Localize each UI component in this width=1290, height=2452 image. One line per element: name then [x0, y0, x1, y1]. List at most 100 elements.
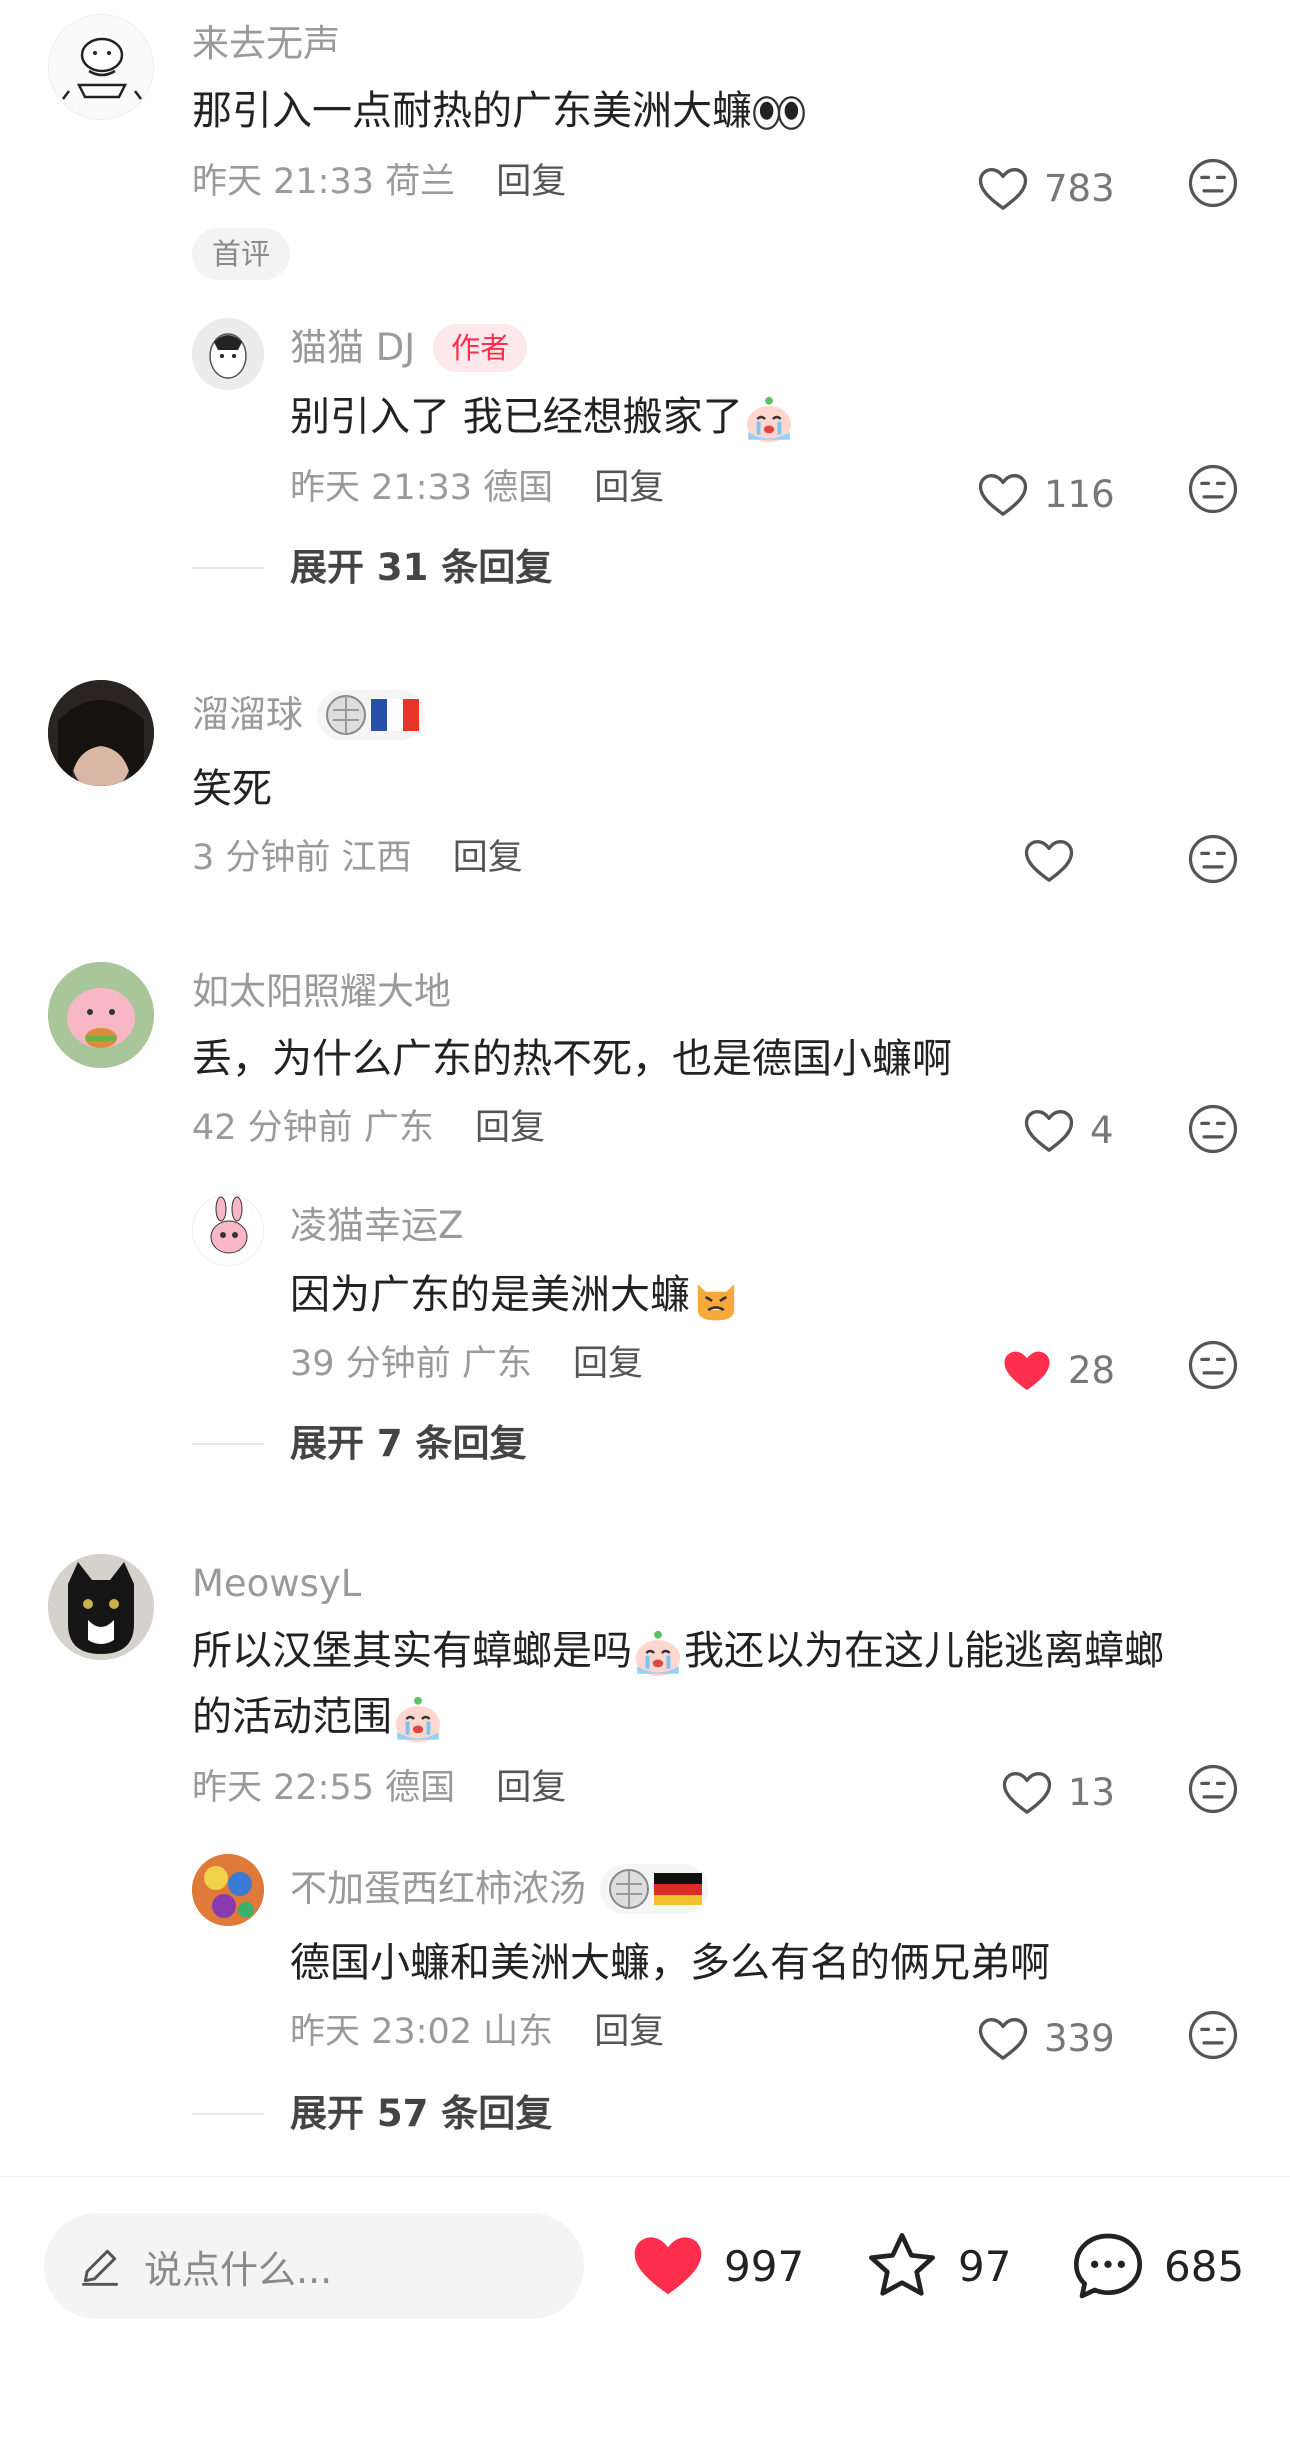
avatar[interactable]	[48, 962, 154, 1068]
meh-face-icon[interactable]	[1186, 462, 1240, 516]
comment-time: 42 分钟前	[192, 1108, 353, 1148]
reply-text-content: 别引入了 我已经想搬家了	[290, 394, 743, 440]
comment-meta: 昨天 21:33 荷兰 回复	[192, 160, 566, 204]
reply-username[interactable]: 凌猫幸运Z	[290, 1204, 463, 1248]
like-count: 28	[1068, 1349, 1116, 1392]
comment-text-content: 我还以为在这儿能逃离蟑螂	[684, 1628, 1164, 1674]
like-count: 116	[1044, 473, 1115, 516]
comment-username[interactable]: MeowsyL	[192, 1562, 361, 1606]
comment-meta: 42 分钟前 广东 回复	[192, 1106, 545, 1150]
heart-outline-icon	[976, 2012, 1030, 2066]
reply-button[interactable]: 回复	[453, 838, 523, 878]
avatar[interactable]	[48, 680, 154, 786]
comment-text: 丢，为什么广东的热不死，也是德国小蠊啊	[192, 1036, 952, 1082]
comment-bubble-icon	[1074, 2233, 1142, 2299]
like-button[interactable]: 13	[1000, 1766, 1115, 1820]
comment-location: 广东	[363, 1108, 434, 1148]
avatar[interactable]	[48, 1554, 154, 1660]
comment-location: 江西	[341, 838, 412, 878]
comment-time: 3 分钟前	[192, 838, 331, 878]
comment-time: 昨天 21:33	[192, 162, 374, 202]
expand-replies-label: 展开 7 条回复	[290, 1422, 527, 1465]
eyes-emoji-icon	[752, 93, 806, 133]
expand-replies-label: 展开 31 条回复	[290, 546, 553, 589]
like-button[interactable]: 4	[1022, 1104, 1114, 1158]
avatar[interactable]	[192, 1854, 264, 1926]
like-button[interactable]: 783	[976, 162, 1115, 216]
comment-text-content: 那引入一点耐热的广东美洲大蠊	[192, 88, 752, 134]
first-comment-tag: 首评	[192, 228, 291, 280]
like-count: 783	[1044, 167, 1115, 210]
author-badge: 作者	[433, 324, 528, 372]
meh-face-icon[interactable]	[1186, 2008, 1240, 2062]
expand-replies-button[interactable]: 展开 7 条回复	[192, 1422, 527, 1466]
angry-cat-emoji-icon	[690, 1271, 742, 1323]
reply-header: 不加蛋西红柿浓汤	[290, 1864, 708, 1914]
like-button[interactable]: 339	[976, 2012, 1115, 2066]
reply-time: 昨天 23:02	[290, 2012, 472, 2052]
divider-line	[192, 567, 264, 569]
reply-header: 猫猫 DJ 作者	[290, 324, 528, 372]
reply-button[interactable]: 回复	[475, 1108, 545, 1148]
comment-button[interactable]: 685	[1068, 2213, 1244, 2319]
heart-filled-icon	[628, 2226, 708, 2306]
divider-line	[192, 1443, 264, 1445]
meh-face-icon[interactable]	[1186, 1102, 1240, 1156]
comment-username[interactable]: 来去无声	[192, 22, 340, 66]
meh-face-icon[interactable]	[1186, 1338, 1240, 1392]
crying-emoji-icon	[743, 393, 795, 445]
reply-button[interactable]: 回复	[594, 468, 664, 508]
comment-text-line2: 的活动范围	[192, 1684, 444, 1750]
comment-username[interactable]: 溜溜球	[192, 693, 303, 737]
comment-username[interactable]: 如太阳照耀大地	[192, 970, 451, 1014]
like-post-button[interactable]: 997	[628, 2213, 804, 2319]
comment-text-content: 所以汉堡其实有蟑螂是吗	[192, 1628, 632, 1674]
star-icon	[869, 2233, 935, 2296]
comment-header: 溜溜球	[192, 690, 425, 740]
comment-meta: 昨天 22:55 德国 回复	[192, 1766, 566, 1810]
germany-flag-badge-icon	[600, 1864, 708, 1914]
reply-text-content: 因为广东的是美洲大蠊	[290, 1272, 690, 1318]
comment-text-line1: 所以汉堡其实有蟑螂是吗 我还以为在这儿能逃离蟑螂	[192, 1618, 1164, 1684]
heart-outline-icon	[976, 162, 1030, 216]
reply-username[interactable]: 猫猫 DJ	[290, 326, 415, 370]
avatar[interactable]	[48, 14, 154, 120]
heart-outline-icon	[976, 468, 1030, 522]
like-count: 13	[1068, 1771, 1116, 1814]
avatar[interactable]	[192, 1194, 264, 1266]
heart-outline-icon	[1022, 834, 1076, 888]
collect-button[interactable]: 97	[862, 2213, 1011, 2319]
like-button[interactable]	[1022, 834, 1076, 888]
crying-emoji-icon	[632, 1627, 684, 1679]
reply-meta: 昨天 21:33 德国 回复	[290, 466, 664, 510]
divider-line	[192, 2113, 264, 2115]
comment-text-content: 的活动范围	[192, 1694, 392, 1740]
reply-username[interactable]: 不加蛋西红柿浓汤	[290, 1867, 586, 1911]
like-count: 4	[1090, 1109, 1114, 1152]
reply-meta: 昨天 23:02 山东 回复	[290, 2010, 664, 2054]
like-button[interactable]: 116	[976, 468, 1115, 522]
reply-text: 德国小蠊和美洲大蠊，多么有名的俩兄弟啊	[290, 1940, 1050, 1986]
reply-button[interactable]: 回复	[573, 1344, 643, 1384]
reply-location: 德国	[483, 468, 554, 508]
meh-face-icon[interactable]	[1186, 832, 1240, 886]
heart-filled-icon	[1000, 1344, 1054, 1398]
expand-replies-button[interactable]: 展开 31 条回复	[192, 546, 552, 590]
reply-text: 别引入了 我已经想搬家了	[290, 384, 795, 450]
reply-time: 昨天 21:33	[290, 468, 472, 508]
like-count: 339	[1044, 2017, 1115, 2060]
like-button[interactable]: 28	[1000, 1344, 1115, 1398]
avatar[interactable]	[192, 318, 264, 390]
meh-face-icon[interactable]	[1186, 1762, 1240, 1816]
reply-button[interactable]: 回复	[496, 162, 566, 202]
heart-outline-icon	[1022, 1104, 1076, 1158]
reply-time: 39 分钟前	[290, 1344, 451, 1384]
expand-replies-button[interactable]: 展开 57 条回复	[192, 2092, 552, 2136]
comment-time: 昨天 22:55	[192, 1768, 374, 1808]
reply-location: 山东	[483, 2012, 554, 2052]
reply-button[interactable]: 回复	[594, 2012, 664, 2052]
comment-location: 荷兰	[385, 162, 456, 202]
reply-button[interactable]: 回复	[496, 1768, 566, 1808]
meh-face-icon[interactable]	[1186, 156, 1240, 210]
comment-input[interactable]: 说点什么...	[44, 2213, 584, 2319]
